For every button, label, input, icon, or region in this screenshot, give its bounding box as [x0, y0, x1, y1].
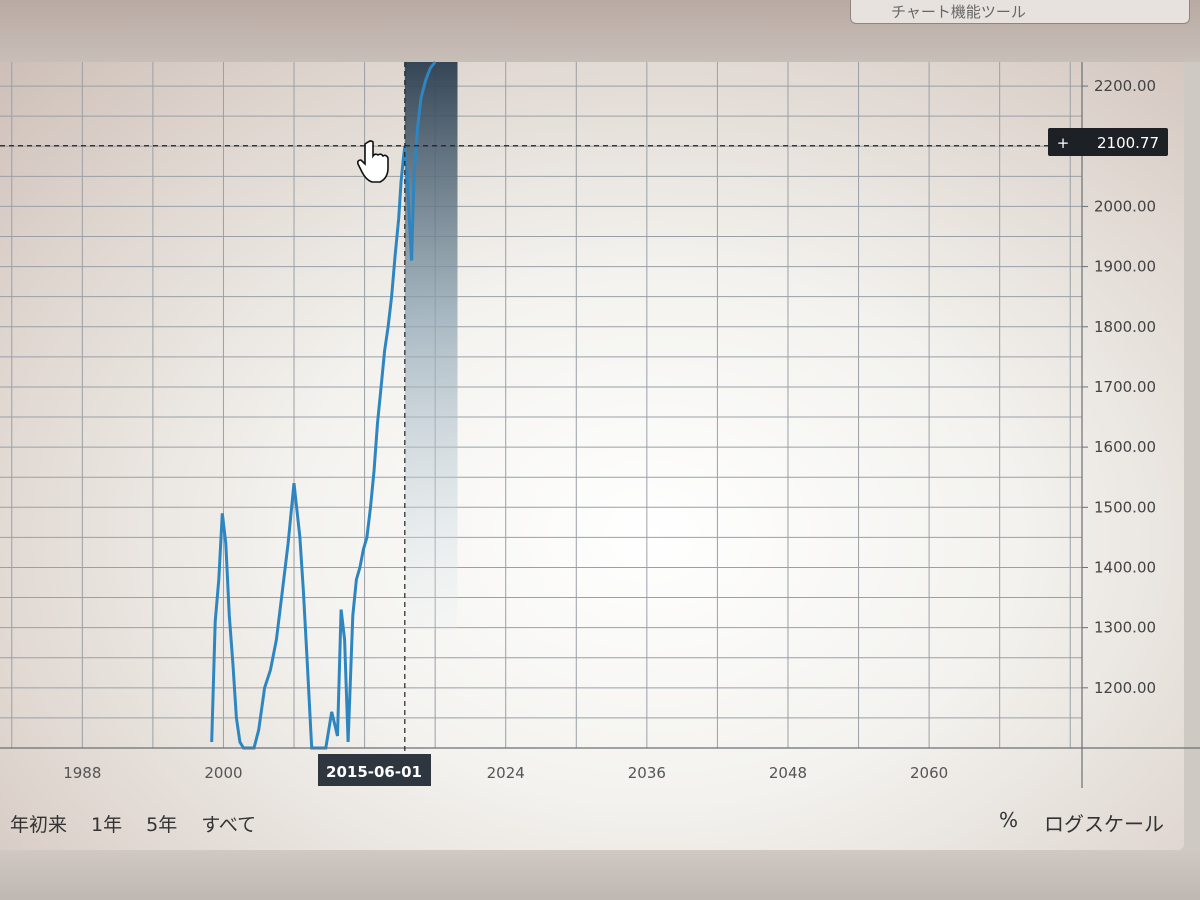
bottom-strip [0, 850, 1200, 900]
log-scale-button[interactable]: ログスケール [1044, 808, 1164, 837]
y-tick-label: 1900.00 [1094, 258, 1156, 276]
x-tick-label: 2036 [628, 764, 666, 782]
y-axis-ticks: 1200.00 1300.00 1400.00 1500.00 1600.00 1700.… [1082, 77, 1156, 697]
x-tick-label: 2060 [910, 764, 948, 782]
y-tick-label: 1500.00 [1094, 498, 1156, 516]
y-tick-label: 1600.00 [1094, 438, 1156, 456]
x-tick-label: 2000 [204, 764, 242, 782]
y-tick-label: 1700.00 [1094, 378, 1156, 396]
crosshair-value-label: + 2100.77 [1048, 128, 1168, 156]
crosshair-date-label: 2015-06-01 [318, 754, 431, 786]
y-tick-label: 1200.00 [1094, 679, 1156, 697]
range-5y-button[interactable]: 5年 [146, 810, 177, 837]
x-axis-ticks: 1988 2000 2024 2036 2048 2060 [63, 764, 948, 782]
shaded-region [404, 62, 458, 630]
series-line [210, 61, 437, 750]
x-tick-label: 2024 [487, 764, 525, 782]
price-chart[interactable]: 1988 2000 2024 2036 2048 2060 1200.001300.001… [0, 0, 1200, 900]
range-ytd-button[interactable]: 年初来 [10, 810, 67, 837]
crosshair-plus-icon: + [1057, 134, 1070, 152]
y-tick-label: 2200.00 [1094, 77, 1156, 95]
y-tick-label: 1800.00 [1094, 318, 1156, 336]
range-all-button[interactable]: すべて [201, 810, 256, 837]
crosshair-value-text: 2100.77 [1097, 134, 1159, 152]
range-selector: 年初来 1年 5年 すべて [10, 810, 256, 837]
scale-controls: % ログスケール [999, 808, 1164, 837]
x-tick-label: 1988 [63, 764, 101, 782]
y-tick-label: 1300.00 [1094, 619, 1156, 637]
y-tick-label: 1400.00 [1094, 558, 1156, 576]
range-1y-button[interactable]: 1年 [91, 810, 122, 837]
crosshair-date-text: 2015-06-01 [326, 763, 422, 781]
percent-scale-button[interactable]: % [999, 808, 1018, 837]
grid [0, 62, 1082, 748]
x-tick-label: 2048 [769, 764, 807, 782]
y-tick-label: 2000.00 [1094, 197, 1156, 215]
